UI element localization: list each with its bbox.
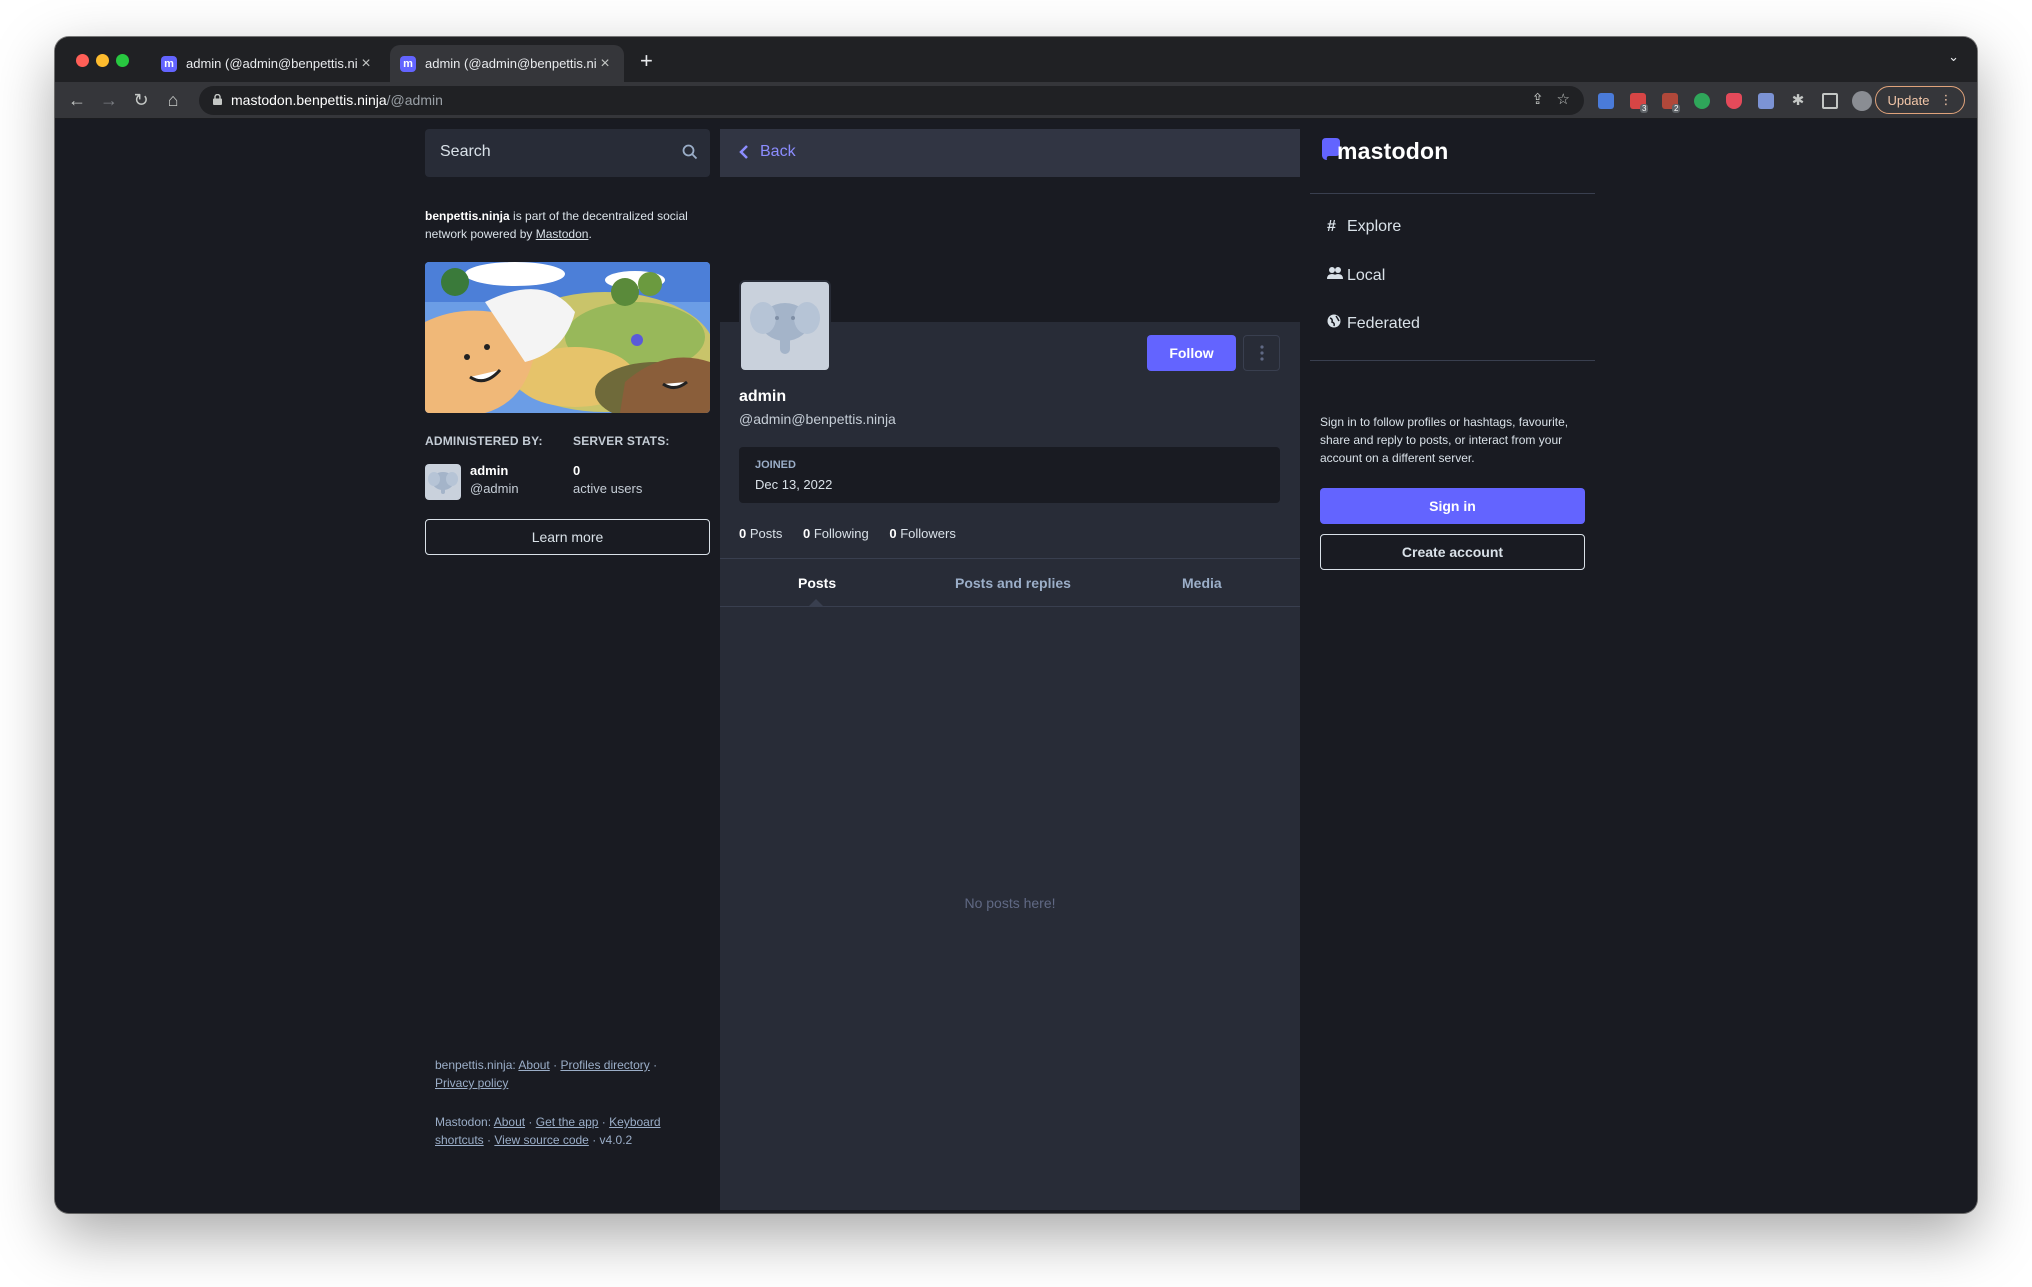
footer-about-link[interactable]: About: [518, 1058, 549, 1072]
nav-explore[interactable]: # Explore: [1327, 218, 1401, 236]
view-source-code-link[interactable]: View source code: [494, 1133, 589, 1147]
more-options-button[interactable]: [1243, 335, 1280, 371]
evernote-icon[interactable]: [1694, 93, 1710, 109]
profile-column: Back Follow admin @admin@benpettis.ninja…: [720, 129, 1300, 1210]
forward-arrow-icon[interactable]: →: [97, 88, 121, 112]
close-window-button[interactable]: [76, 54, 89, 67]
search-icon: [682, 144, 698, 160]
nav-local[interactable]: Local: [1327, 266, 1385, 285]
profile-avatar[interactable]: [739, 280, 831, 372]
followers-count-link[interactable]: 0 Followers: [889, 526, 955, 541]
admin-name[interactable]: admin: [470, 463, 508, 478]
close-tab-icon[interactable]: ×: [596, 55, 614, 73]
profile-counts: 0 Posts 0 Following 0 Followers: [739, 526, 973, 541]
globe-icon: [1327, 314, 1347, 333]
profile-avatar[interactable]: [1852, 91, 1872, 111]
following-count-link[interactable]: 0 Following: [803, 526, 869, 541]
address-bar[interactable]: mastodon.benpettis.ninja/@admin ⇪ ☆: [199, 86, 1584, 115]
active-tab-indicator: [808, 599, 824, 607]
pocket-icon[interactable]: [1726, 93, 1742, 109]
server-stats-label: SERVER STATS:: [573, 434, 670, 448]
url-text: mastodon.benpettis.ninja/@admin: [231, 92, 443, 108]
chevron-left-icon: [739, 145, 748, 159]
sign-in-prompt: Sign in to follow profiles or hashtags, …: [1320, 415, 1569, 465]
empty-timeline-message: No posts here!: [964, 895, 1056, 911]
lock-icon: [213, 94, 222, 105]
divider: [1310, 360, 1595, 361]
joined-date: Dec 13, 2022: [755, 477, 833, 492]
follow-button[interactable]: Follow: [1147, 335, 1236, 371]
tab-title: admin (@admin@benpettis.ninja) - Mastodo…: [425, 56, 596, 71]
server-hero-illustration: [425, 262, 710, 413]
mastodon-link[interactable]: Mastodon: [536, 227, 589, 241]
tab-title: admin (@admin@benpettis.ninja) - Mastodo…: [186, 56, 357, 71]
tab-posts[interactable]: Posts: [798, 575, 836, 591]
bookmark-star-icon[interactable]: ☆: [1557, 90, 1570, 108]
server-name: benpettis.ninja: [425, 209, 510, 223]
back-label: Back: [760, 143, 796, 160]
extension-badge: 3: [1640, 104, 1649, 113]
extension-doc-icon[interactable]: [1758, 93, 1774, 109]
share-icon[interactable]: ⇪: [1531, 90, 1544, 108]
profiles-directory-link[interactable]: Profiles directory: [560, 1058, 649, 1072]
tab-search-chevron-icon[interactable]: ⌄: [1948, 49, 1959, 65]
sign-in-button[interactable]: Sign in: [1320, 488, 1585, 524]
puzzle-extensions-icon[interactable]: ✱: [1790, 93, 1806, 109]
side-panel-icon[interactable]: [1822, 93, 1838, 109]
back-arrow-icon[interactable]: ←: [65, 88, 89, 112]
back-button[interactable]: Back: [720, 129, 1300, 177]
active-users-count: 0: [573, 463, 581, 478]
privacy-policy-link[interactable]: Privacy policy: [435, 1076, 508, 1090]
zoom-window-button[interactable]: [116, 54, 129, 67]
browser-toolbar: ← → ↻ ⌂ mastodon.benpettis.ninja/@admin …: [55, 82, 1977, 119]
administered-by-label: ADMINISTERED BY:: [425, 434, 543, 448]
vertical-ellipsis-icon: [1259, 345, 1264, 361]
elephant-icon: [750, 302, 820, 354]
close-tab-icon[interactable]: ×: [357, 55, 375, 73]
create-account-button[interactable]: Create account: [1320, 534, 1585, 570]
mastodon-footer-links: Mastodon: About · Get the app · Keyboard…: [435, 1115, 661, 1147]
mastodon-about-link[interactable]: About: [494, 1115, 525, 1129]
new-tab-icon[interactable]: +: [640, 48, 653, 74]
profile-display-name: admin: [739, 388, 787, 405]
tab-strip: m admin (@admin@benpettis.ninja) - Masto…: [55, 37, 1977, 82]
browser-tab-1[interactable]: m admin (@admin@benpettis.ninja) - Masto…: [151, 45, 385, 82]
extension-1-icon[interactable]: [1598, 93, 1614, 109]
server-about-text: benpettis.ninja is part of the decentral…: [425, 209, 688, 241]
profile-account-handle: @admin@benpettis.ninja: [739, 411, 896, 427]
nav-federated[interactable]: Federated: [1327, 314, 1420, 333]
users-icon: [1327, 266, 1347, 285]
posts-count-link[interactable]: 0 Posts: [739, 526, 782, 541]
divider: [1310, 193, 1595, 194]
hashtag-icon: #: [1327, 218, 1336, 235]
extension-badge: 2: [1672, 104, 1681, 113]
tab-posts-and-replies[interactable]: Posts and replies: [955, 575, 1071, 591]
profile-tabs: Posts Posts and replies Media: [720, 558, 1300, 607]
joined-field: Joined Dec 13, 2022: [739, 447, 1280, 503]
version-text: v4.0.2: [599, 1133, 633, 1147]
mastodon-favicon-icon: m: [400, 55, 416, 72]
browser-window: m admin (@admin@benpettis.ninja) - Masto…: [55, 37, 1977, 1213]
kebab-menu-icon: ⋮: [1939, 92, 1953, 107]
update-button[interactable]: Update ⋮: [1875, 86, 1965, 114]
page-content: Search benpettis.ninja is part of the de…: [55, 120, 1977, 1213]
mastodon-wordmark[interactable]: mastodon: [1337, 138, 1449, 165]
browser-tab-2[interactable]: m admin (@admin@benpettis.ninja) - Masto…: [390, 45, 624, 82]
elephant-icon: [428, 472, 458, 494]
mastodon-favicon-icon: m: [161, 55, 177, 72]
active-users-label: active users: [573, 481, 643, 496]
learn-more-button[interactable]: Learn more: [425, 519, 710, 555]
reload-icon[interactable]: ↻: [129, 88, 153, 112]
server-footer-links: benpettis.ninja: About · Profiles direct…: [435, 1058, 658, 1090]
tab-media[interactable]: Media: [1182, 575, 1222, 591]
minimize-window-button[interactable]: [96, 54, 109, 67]
search-input[interactable]: Search: [425, 129, 710, 177]
joined-label: Joined: [755, 459, 796, 471]
admin-handle[interactable]: @admin: [470, 481, 519, 496]
get-the-app-link[interactable]: Get the app: [536, 1115, 599, 1129]
search-placeholder: Search: [440, 143, 491, 160]
home-icon[interactable]: ⌂: [161, 88, 185, 112]
admin-avatar[interactable]: [425, 464, 461, 500]
